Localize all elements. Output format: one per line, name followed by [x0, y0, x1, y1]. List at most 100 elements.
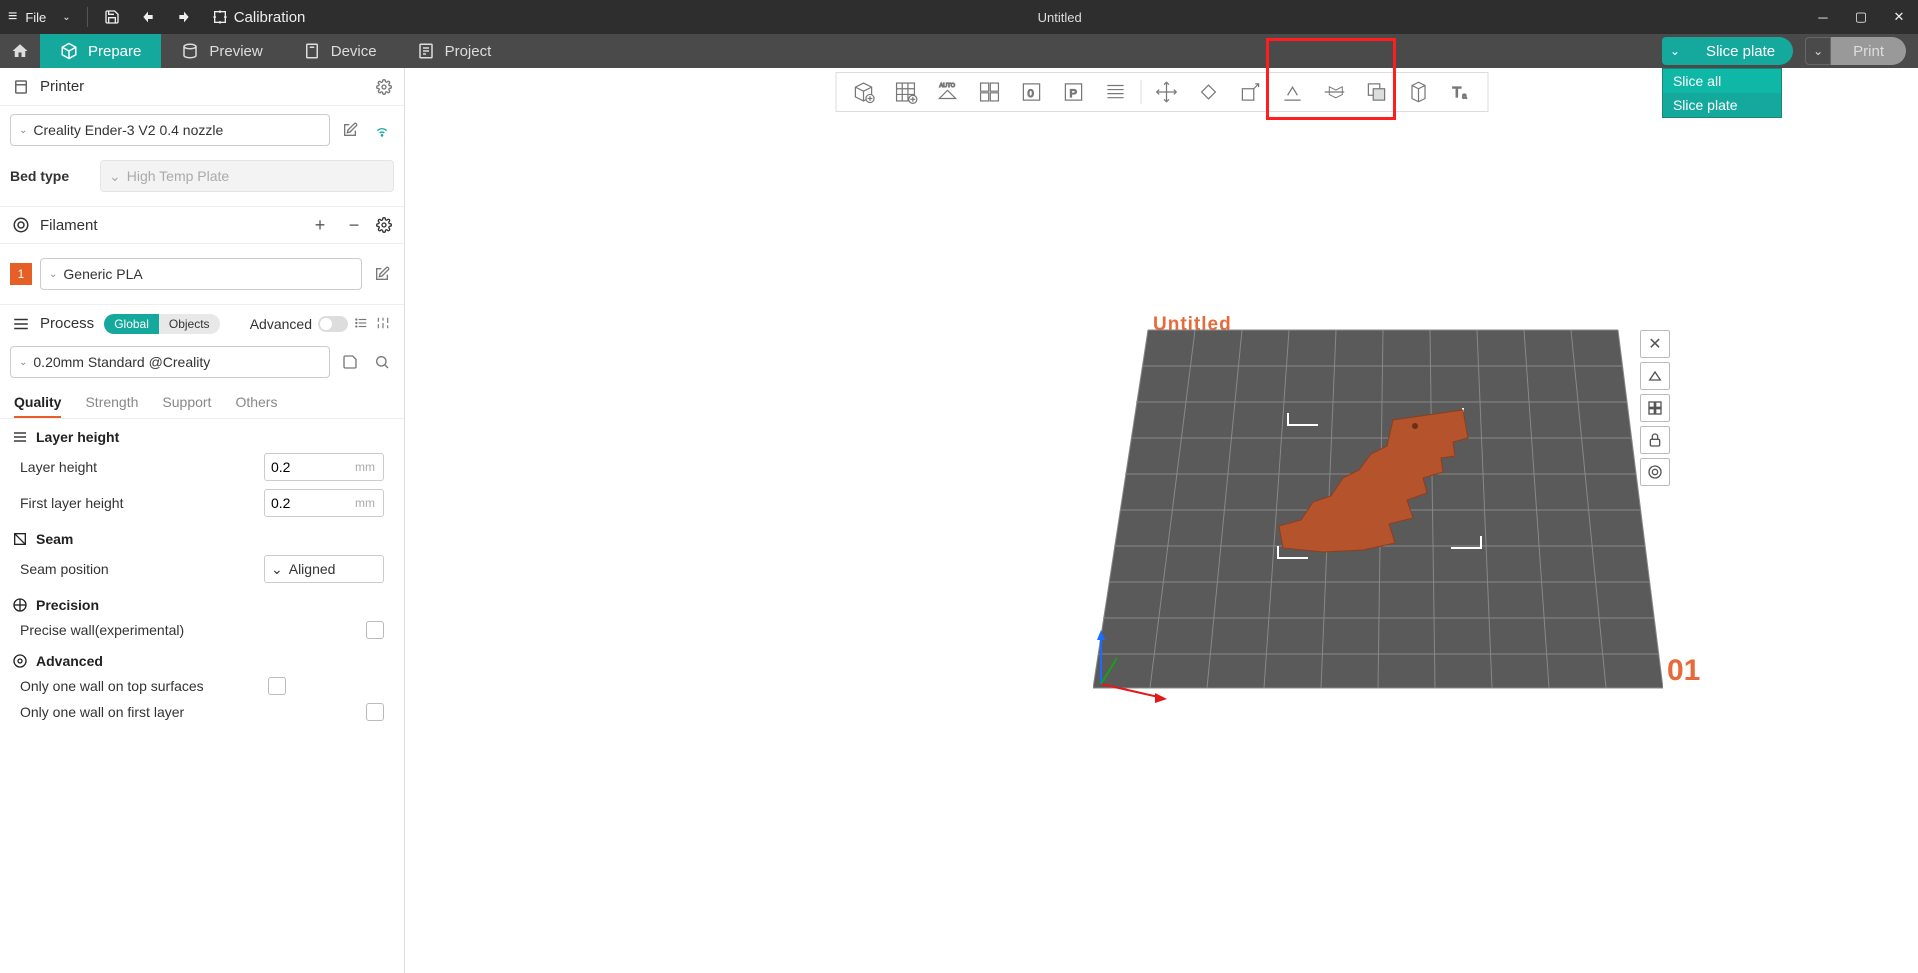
tab-device-label: Device: [331, 43, 377, 60]
arrange-plate-icon[interactable]: [1640, 362, 1670, 390]
tab-project[interactable]: Project: [397, 34, 512, 68]
print-dropdown-button[interactable]: ⌄: [1805, 37, 1831, 65]
printer-label: Printer: [40, 78, 366, 95]
slice-group: ⌄ Slice plate Slice all Slice plate: [1662, 37, 1793, 65]
save-preset-icon[interactable]: [338, 350, 362, 374]
file-chevron-icon[interactable]: ⌄: [52, 12, 80, 23]
auto-orient-icon[interactable]: AUTO: [926, 74, 968, 110]
layer-height-group: Layer height: [0, 419, 404, 449]
tab-preview[interactable]: Preview: [161, 34, 282, 68]
tab-prepare-label: Prepare: [88, 43, 141, 60]
viewport-3d[interactable]: AUTO 0 P Ta Untitled: [405, 68, 1918, 973]
first-layer-height-input[interactable]: mm: [264, 489, 384, 517]
global-objects-toggle[interactable]: Global Objects: [104, 314, 219, 334]
preset-select[interactable]: ⌄ 0.20mm Standard @Creality: [10, 346, 330, 378]
redo-icon[interactable]: [166, 9, 202, 25]
tab-preview-label: Preview: [209, 43, 262, 60]
svg-text:T: T: [1452, 85, 1461, 101]
printer-settings-icon[interactable]: [376, 79, 392, 95]
chevron-down-icon: ⌄: [109, 168, 121, 185]
slice-dropdown-button[interactable]: ⌄: [1662, 37, 1688, 65]
minimize-button[interactable]: ─: [1804, 0, 1842, 34]
navbar: Prepare Preview Device Project ⌄ Slice p…: [0, 34, 1918, 68]
printer-select[interactable]: ⌄ Creality Ender-3 V2 0.4 nozzle: [10, 114, 330, 146]
move-icon[interactable]: [1145, 74, 1187, 110]
split-parts-icon[interactable]: P: [1052, 74, 1094, 110]
undo-icon[interactable]: [130, 9, 166, 25]
process-section-header: Process Global Objects Advanced: [0, 304, 404, 342]
plate-type-icon[interactable]: [1640, 458, 1670, 486]
printer-selected: Creality Ender-3 V2 0.4 nozzle: [33, 122, 223, 138]
support-painting-icon[interactable]: [1397, 74, 1439, 110]
maximize-button[interactable]: ▢: [1842, 0, 1880, 34]
print-button[interactable]: Print: [1831, 37, 1906, 65]
tab-device[interactable]: Device: [283, 34, 397, 68]
save-icon[interactable]: [94, 9, 130, 25]
divider: [87, 7, 88, 27]
global-pill[interactable]: Global: [104, 314, 159, 334]
precise-wall-checkbox[interactable]: [366, 621, 384, 639]
close-button[interactable]: ✕: [1880, 0, 1918, 34]
printer-icon: [12, 78, 30, 96]
tab-strength[interactable]: Strength: [85, 394, 138, 418]
seam-position-label: Seam position: [20, 561, 264, 577]
slice-plate-button[interactable]: Slice plate: [1688, 37, 1793, 65]
sliders-icon[interactable]: [376, 316, 392, 332]
calibration-button[interactable]: Calibration: [202, 9, 316, 26]
one-wall-top-checkbox[interactable]: [268, 677, 286, 695]
seam-group: Seam: [0, 521, 404, 551]
filament-label: Filament: [40, 217, 298, 234]
lay-flat-icon[interactable]: [1271, 74, 1313, 110]
wifi-icon[interactable]: [370, 118, 394, 142]
filament-section-header: Filament + −: [0, 206, 404, 244]
one-wall-first-checkbox[interactable]: [366, 703, 384, 721]
add-cube-icon[interactable]: [842, 74, 884, 110]
lock-plate-icon[interactable]: [1640, 426, 1670, 454]
slice-plate-item[interactable]: Slice plate: [1663, 93, 1781, 117]
print-group: ⌄ Print: [1805, 37, 1906, 65]
cut-icon[interactable]: [1313, 74, 1355, 110]
list-icon[interactable]: [354, 316, 370, 332]
chevron-down-icon: ⌄: [271, 561, 283, 578]
layer-height-input[interactable]: mm: [264, 453, 384, 481]
remove-filament-button[interactable]: −: [342, 215, 366, 236]
seam-position-select[interactable]: ⌄ Aligned: [264, 555, 384, 583]
tab-others[interactable]: Others: [235, 394, 277, 418]
file-menu[interactable]: File: [25, 10, 52, 25]
process-label: Process: [40, 315, 94, 332]
bed-type-select[interactable]: ⌄ High Temp Plate: [100, 160, 394, 192]
scale-icon[interactable]: [1229, 74, 1271, 110]
viewport-side-toolbar: ✕: [1640, 330, 1670, 486]
menu-icon[interactable]: ≡: [0, 8, 25, 26]
tab-quality[interactable]: Quality: [14, 394, 61, 418]
slice-all-item[interactable]: Slice all: [1663, 69, 1781, 93]
buildplate-canvas[interactable]: [1093, 328, 1663, 708]
edit-printer-icon[interactable]: [338, 118, 362, 142]
advanced-switch[interactable]: [318, 316, 348, 332]
bed-type-value: High Temp Plate: [127, 168, 229, 184]
chevron-down-icon: ⌄: [49, 269, 57, 280]
filament-color-swatch[interactable]: 1: [10, 263, 32, 285]
arrange-icon[interactable]: [968, 74, 1010, 110]
objects-pill[interactable]: Objects: [159, 314, 220, 334]
add-filament-button[interactable]: +: [308, 215, 332, 236]
chevron-down-icon: ⌄: [19, 125, 27, 136]
split-object-icon[interactable]: 0: [1010, 74, 1052, 110]
filament-select[interactable]: ⌄ Generic PLA: [40, 258, 362, 290]
filament-settings-icon[interactable]: [376, 217, 392, 233]
advanced-group: Advanced: [0, 643, 404, 673]
search-preset-icon[interactable]: [370, 350, 394, 374]
home-button[interactable]: [0, 34, 40, 68]
edit-filament-icon[interactable]: [370, 262, 394, 286]
tab-support[interactable]: Support: [162, 394, 211, 418]
add-plate-icon[interactable]: [884, 74, 926, 110]
preset-value: 0.20mm Standard @Creality: [33, 354, 210, 370]
plate-settings-icon[interactable]: [1640, 394, 1670, 422]
text-icon[interactable]: Ta: [1439, 74, 1481, 110]
close-plate-icon[interactable]: ✕: [1640, 330, 1670, 358]
viewport-toolbar: AUTO 0 P Ta: [835, 72, 1488, 112]
variable-layer-icon[interactable]: [1094, 74, 1136, 110]
rotate-icon[interactable]: [1187, 74, 1229, 110]
mesh-boolean-icon[interactable]: [1355, 74, 1397, 110]
tab-prepare[interactable]: Prepare: [40, 34, 161, 68]
